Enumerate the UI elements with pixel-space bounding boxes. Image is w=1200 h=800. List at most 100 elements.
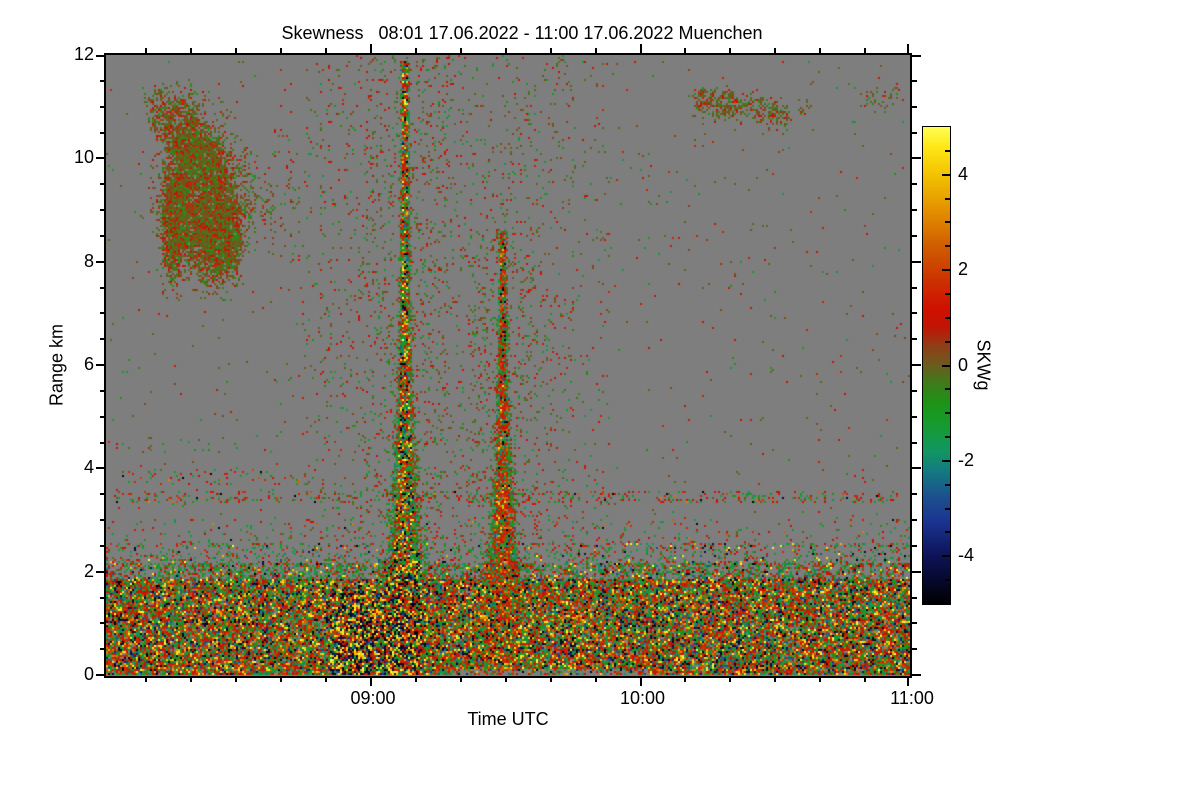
y-major-tick [96,570,105,573]
y-minor-tick [100,415,105,418]
x-minor-tick [549,48,552,53]
y-minor-tick [912,544,917,547]
colorbar-minor-tick [945,245,950,248]
x-minor-tick [145,677,148,682]
y-tick-label: 12 [73,44,94,64]
x-minor-tick [594,677,597,682]
y-minor-tick [912,105,917,108]
y-major-tick [912,260,921,263]
colorbar-major-tick [942,459,950,462]
colorbar-minor-tick [945,316,950,319]
x-tick-label: 09:00 [350,688,396,708]
colorbar-label: SKWg [973,339,994,391]
colorbar-minor-tick [945,483,950,486]
colorbar-tick-label: -4 [958,545,975,566]
y-major-tick [912,55,921,57]
x-major-tick [370,677,372,686]
colorbar-major-tick [942,364,950,367]
x-major-tick [370,44,372,53]
x-minor-tick [819,48,822,53]
plot-area [104,53,912,678]
y-tick-label: 4 [83,457,94,478]
y-minor-tick [912,338,917,341]
x-minor-tick [819,677,822,682]
colorbar-minor-tick [945,197,950,200]
y-major-tick [96,674,105,676]
y-minor-tick [912,441,917,444]
y-minor-tick [912,209,917,211]
colorbar-minor-tick [945,531,950,534]
x-minor-tick [280,48,283,53]
colorbar-minor-tick [945,579,950,582]
y-minor-tick [912,493,917,496]
y-tick-label: 10 [73,147,94,168]
x-minor-tick [325,677,328,682]
y-minor-tick [912,596,917,599]
x-minor-tick [280,677,283,682]
y-tick-label: 2 [83,560,94,581]
y-minor-tick [912,415,917,418]
colorbar-minor-tick [945,388,950,391]
x-minor-tick [864,48,867,53]
x-minor-tick [190,48,193,53]
colorbar-tick-label: -2 [958,449,975,470]
x-minor-tick [459,48,462,53]
x-minor-tick [459,677,462,682]
x-minor-tick [774,677,777,682]
x-minor-tick [729,48,732,53]
x-tick-label: 11:00 [890,688,934,708]
colorbar-minor-tick [945,221,950,224]
y-major-tick [96,467,105,470]
y-minor-tick [100,389,105,392]
y-minor-tick [912,286,917,289]
x-tick-label: 10:00 [619,688,666,708]
x-minor-tick [235,677,238,682]
x-minor-tick [414,677,417,682]
y-minor-tick [912,648,917,651]
y-minor-tick [100,441,105,444]
x-minor-tick [504,48,507,53]
colorbar-minor-tick [945,412,950,415]
y-minor-tick [912,622,917,625]
x-minor-tick [145,48,148,53]
y-minor-tick [912,183,917,186]
x-minor-tick [414,48,417,53]
colorbar-minor-tick [945,149,950,152]
colorbar-tick-label: 4 [958,163,969,184]
y-minor-tick [912,234,917,237]
y-major-tick [96,364,105,366]
colorbar-minor-tick [945,507,950,510]
y-tick-label: 6 [83,354,94,374]
y-minor-tick [100,105,105,108]
y-minor-tick [100,234,105,237]
y-major-tick [912,467,921,470]
y-tick-label: 0 [83,664,94,684]
y-minor-tick [912,389,917,392]
y-minor-tick [100,596,105,599]
y-major-tick [912,157,921,160]
colorbar-minor-tick [945,340,950,343]
x-major-tick [639,677,642,686]
x-minor-tick [684,677,687,682]
y-minor-tick [912,131,917,134]
x-minor-tick [504,677,507,682]
x-minor-tick [549,677,552,682]
y-minor-tick [100,519,105,521]
y-minor-tick [912,312,917,315]
y-minor-tick [100,338,105,341]
y-minor-tick [100,648,105,651]
chart-title: Skewness 08:01 17.06.2022 - 11:00 17.06.… [281,23,763,43]
y-minor-tick [100,131,105,134]
colorbar-tick-label: 0 [958,354,969,375]
y-tick-label: 8 [83,250,94,271]
x-major-tick [907,677,909,686]
x-minor-tick [864,677,867,682]
y-major-tick [912,364,921,366]
colorbar-major-tick [942,269,950,272]
x-major-tick [639,44,642,53]
x-minor-tick [774,48,777,53]
y-minor-tick [100,209,105,211]
x-minor-tick [190,677,193,682]
y-minor-tick [100,622,105,625]
y-minor-tick [100,544,105,547]
